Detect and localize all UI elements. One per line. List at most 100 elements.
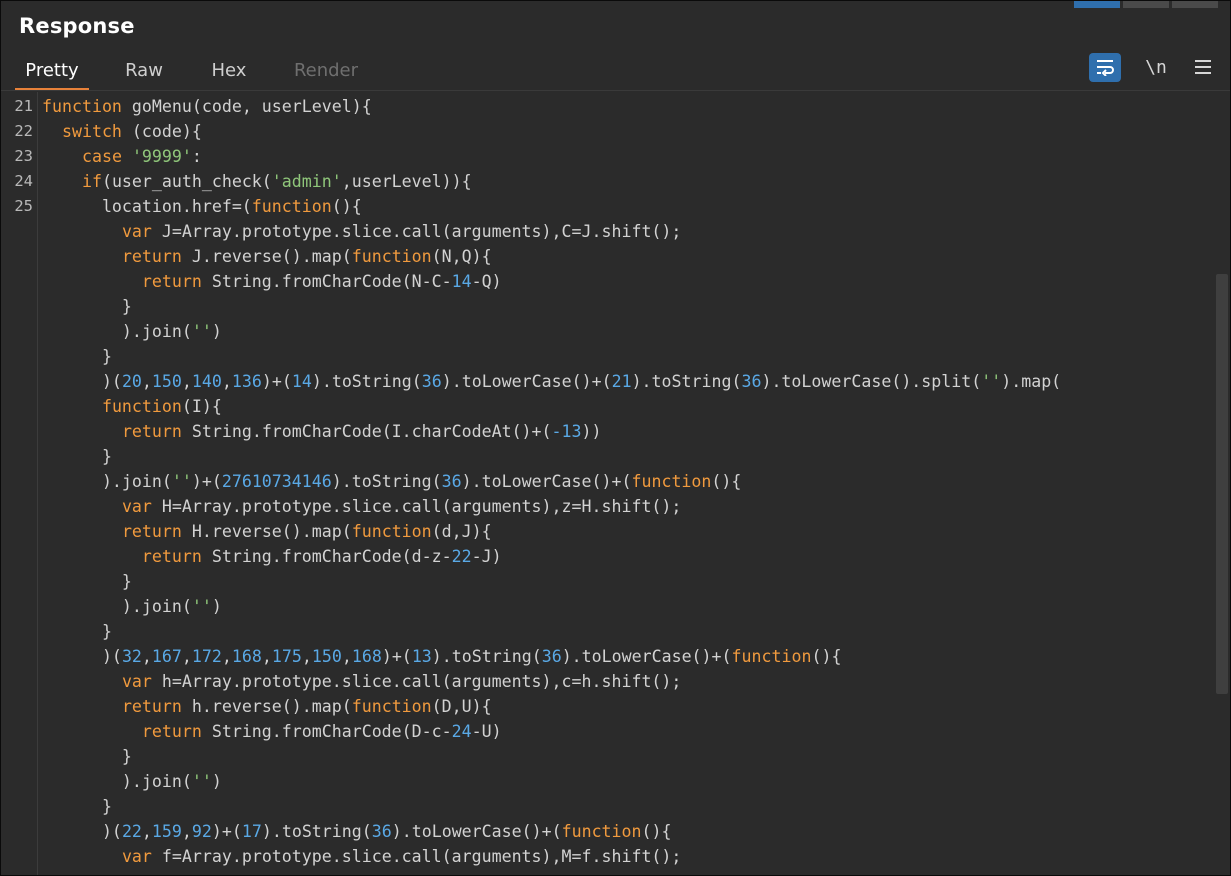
- code-text: (user_auth_check(: [101, 172, 272, 191]
- code-line: function(I){: [42, 394, 222, 419]
- code-line: ).join(''): [42, 594, 222, 619]
- code-text: ,: [341, 647, 352, 666]
- code-string: '': [191, 597, 212, 616]
- code-number: 36: [421, 372, 442, 391]
- code-keyword: function: [631, 472, 712, 491]
- code-text: }: [42, 797, 112, 816]
- code-number: 172: [191, 647, 222, 666]
- code-string: 'admin': [271, 172, 342, 191]
- code-editor[interactable]: 21 22 23 24 25 function goMenu(code, userLev…: [1, 92, 1230, 875]
- code-text: ): [211, 597, 222, 616]
- code-keyword: function: [731, 647, 812, 666]
- code-keyword: function: [251, 197, 332, 216]
- code-keyword: return: [121, 522, 182, 541]
- code-line: }: [42, 344, 112, 369]
- code-line: var h=Array.prototype.slice.call(argumen…: [42, 669, 681, 694]
- wrap-lines-button[interactable]: [1089, 53, 1121, 82]
- code-text: J.reverse().map(: [181, 247, 352, 266]
- code-number: 36: [441, 472, 462, 491]
- code-keyword: var: [121, 847, 152, 866]
- code-number: 36: [371, 822, 392, 841]
- code-string: '': [191, 772, 212, 791]
- code-line: }: [42, 794, 112, 819]
- tab-render-label: Render: [293, 60, 359, 81]
- code-text: ,userLevel)){: [341, 172, 472, 191]
- code-text: }: [42, 297, 132, 316]
- code-number: 36: [541, 647, 562, 666]
- top-accent-tab: [1123, 1, 1169, 8]
- code-keyword: if: [81, 172, 102, 191]
- code-keyword: function: [42, 97, 122, 116]
- code-line: }: [42, 619, 112, 644]
- code-number: 175: [271, 647, 302, 666]
- code-text: h=Array.prototype.slice.call(arguments),…: [151, 672, 682, 691]
- top-accent-tab: [1172, 1, 1218, 8]
- code-string: '9999': [131, 147, 192, 166]
- tab-hex[interactable]: Hex: [201, 58, 257, 88]
- vertical-scrollbar[interactable]: [1216, 274, 1228, 694]
- code-text: -Q): [471, 272, 502, 291]
- code-text: )+(: [191, 472, 222, 491]
- code-text: ,: [141, 372, 152, 391]
- code-text: -U): [471, 722, 502, 741]
- code-line: }: [42, 444, 112, 469]
- code-text: (){: [331, 197, 362, 216]
- line-number: 22: [14, 122, 33, 140]
- code-number: 14: [451, 272, 472, 291]
- code-keyword: return: [141, 722, 202, 741]
- code-text: )(: [42, 647, 122, 666]
- code-number: 22: [451, 547, 472, 566]
- code-text: ,: [141, 647, 152, 666]
- code-text: ).toLowerCase()+(: [391, 822, 562, 841]
- code-text: String.fromCharCode(I.charCodeAt()+(: [181, 422, 552, 441]
- code-text: (D,U){: [431, 697, 492, 716]
- tab-divider: [1, 90, 1230, 91]
- code-keyword: switch: [61, 122, 122, 141]
- options-menu-button[interactable]: [1189, 53, 1217, 82]
- code-text: (d,J){: [431, 522, 492, 541]
- code-line: return h.reverse().map(function(D,U){: [42, 694, 492, 719]
- panel-title: Response: [19, 14, 135, 38]
- code-line: return String.fromCharCode(D-c-24-U): [42, 719, 502, 744]
- code-text: H=Array.prototype.slice.call(arguments),…: [151, 497, 682, 516]
- show-newlines-button[interactable]: \n: [1141, 53, 1171, 82]
- code-text: ).toLowerCase()+(: [441, 372, 612, 391]
- code-text: ): [211, 772, 222, 791]
- code-keyword: case: [81, 147, 122, 166]
- code-keyword: return: [121, 422, 182, 441]
- line-number: 23: [14, 147, 33, 165]
- tab-render[interactable]: Render: [283, 58, 369, 88]
- code-line: var J=Array.prototype.slice.call(argumen…: [42, 219, 681, 244]
- code-string: '': [981, 372, 1002, 391]
- top-accent-active: [1074, 1, 1120, 8]
- code-text: (){: [641, 822, 672, 841]
- code-text: ,: [181, 822, 192, 841]
- tab-raw[interactable]: Raw: [114, 58, 174, 88]
- line-number: 25: [14, 197, 33, 215]
- code-number: 167: [151, 647, 182, 666]
- code-text: }: [42, 747, 132, 766]
- code-text: }: [42, 572, 132, 591]
- code-text: }: [42, 447, 112, 466]
- code-text: f=Array.prototype.slice.call(arguments),…: [151, 847, 682, 866]
- code-text: ).join(: [42, 597, 192, 616]
- code-line: var H=Array.prototype.slice.call(argumen…: [42, 494, 681, 519]
- code-text: }: [42, 347, 112, 366]
- line-number: 21: [14, 97, 33, 115]
- tab-pretty[interactable]: Pretty: [15, 58, 89, 91]
- code-line: return H.reverse().map(function(d,J){: [42, 519, 492, 544]
- code-line: case '9999':: [42, 144, 202, 169]
- code-keyword: return: [141, 272, 202, 291]
- code-text: ).join(: [42, 472, 172, 491]
- code-text: )(: [42, 822, 122, 841]
- code-line: )(32,167,172,168,175,150,168)+(13).toStr…: [42, 644, 842, 669]
- code-text: ,: [301, 647, 312, 666]
